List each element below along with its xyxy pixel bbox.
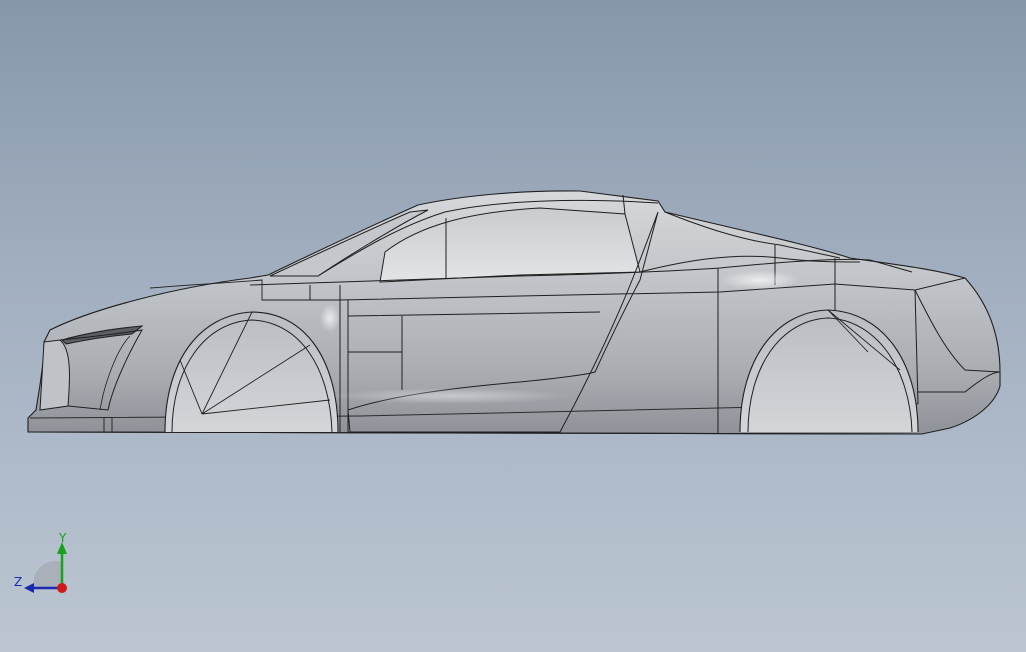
view-orientation-triad: Y Z	[12, 528, 76, 600]
z-axis-label: Z	[14, 575, 23, 589]
x-axis-origin-dot	[57, 583, 67, 593]
car-body-model[interactable]	[0, 0, 1026, 652]
grille	[39, 339, 70, 411]
graphics-viewport[interactable]: Y Z	[0, 0, 1026, 652]
triad-graphic	[24, 542, 67, 593]
y-axis-label: Y	[59, 531, 67, 545]
